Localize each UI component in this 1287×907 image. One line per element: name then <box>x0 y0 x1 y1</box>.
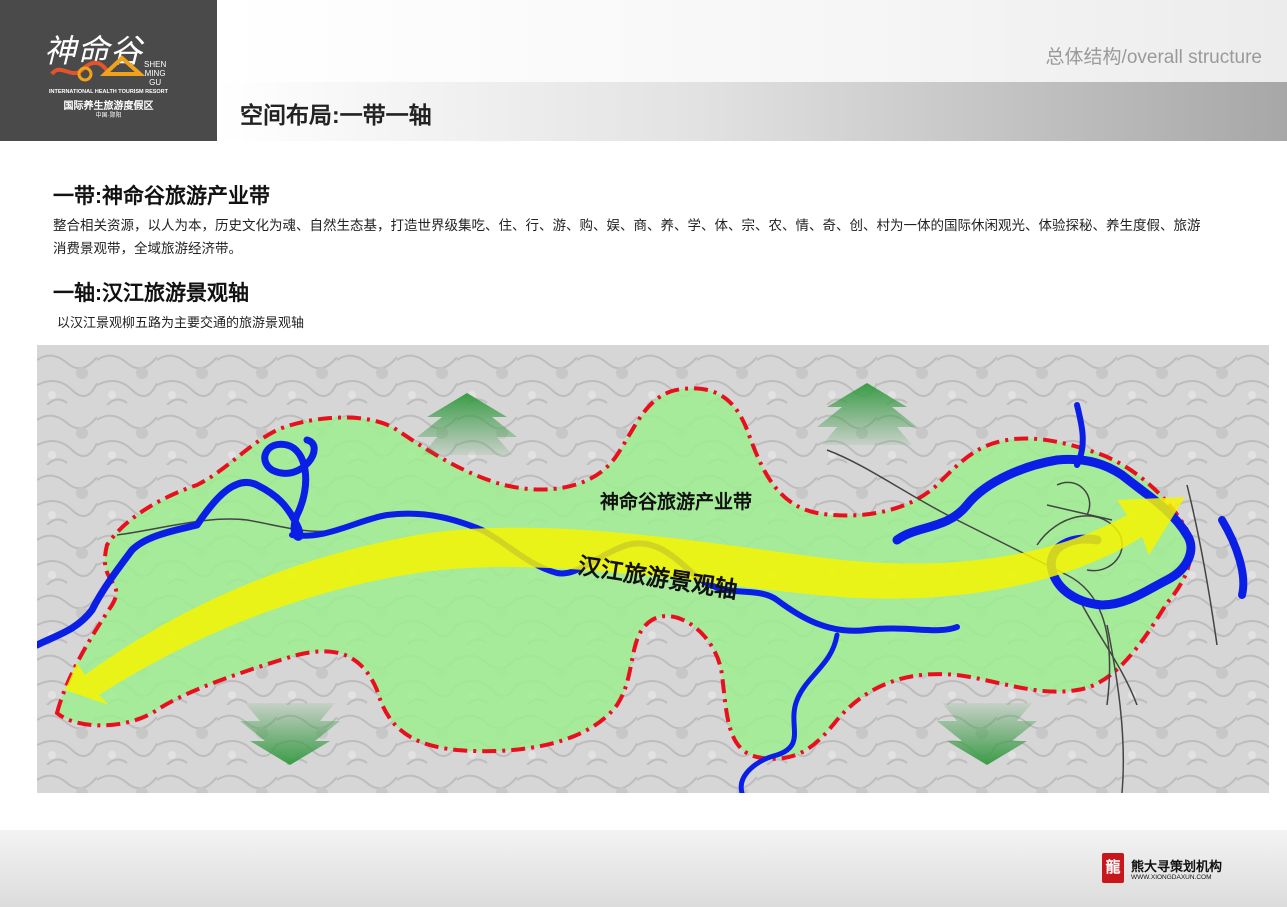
header-band <box>217 0 1287 82</box>
logo-emblem <box>50 55 145 82</box>
spatial-layout-map: 神命谷旅游产业带 汉江旅游景观轴 <box>37 345 1269 793</box>
logo-panel: 神命谷 SHEN MING GU INTERNATIONAL HEALTH TO… <box>0 0 217 141</box>
axis-heading: 一轴:汉江旅游景观轴 <box>53 282 249 305</box>
footer-band <box>0 830 1287 907</box>
belt-description: 整合相关资源，以人为本，历史文化为魂、自然生态基，打造世界级集吃、住、行、游、购… <box>53 218 1201 256</box>
page-category-title: 总体结构/overall structure <box>1045 47 1262 68</box>
axis-description: 以汉江景观柳五路为主要交通的旅游景观轴 <box>57 315 305 330</box>
logo-en-full: INTERNATIONAL HEALTH TOURISM RESORT <box>48 89 169 95</box>
logo-location: 中国·郧阳 <box>95 113 122 119</box>
belt-map-label: 神命谷旅游产业带 <box>600 490 752 513</box>
brand-name: 熊大寻策划机构 <box>1131 860 1223 875</box>
brand-url: WWW.XIONGDAXUN.COM <box>1131 874 1212 881</box>
brand-seal-icon: 龍 <box>1102 853 1124 883</box>
section-title: 空间布局:一带一轴 <box>240 102 432 128</box>
logo-en-word: SHEN MING GU <box>144 60 167 87</box>
belt-heading: 一带:神命谷旅游产业带 <box>53 185 270 208</box>
